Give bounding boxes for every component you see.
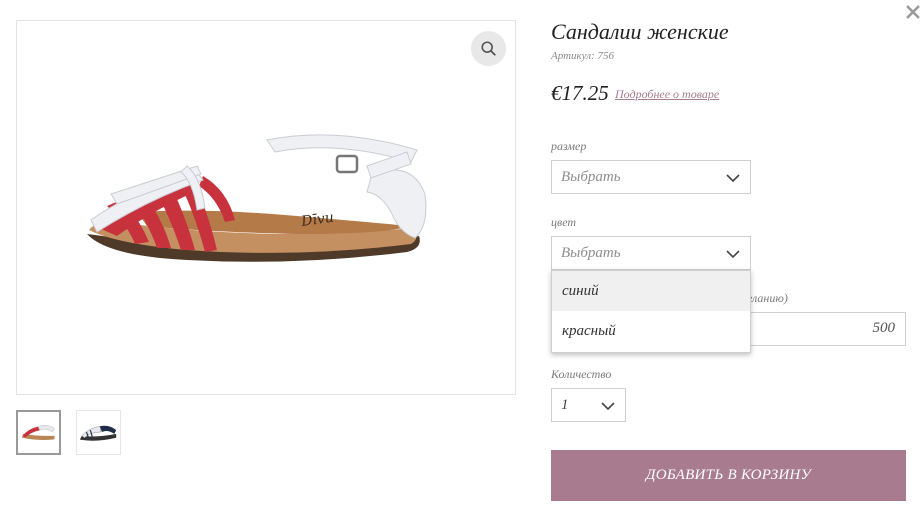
close-icon [906, 5, 920, 19]
custom-input-value: 500 [872, 320, 896, 336]
zoom-button[interactable] [471, 31, 506, 66]
color-label: цвет [551, 215, 577, 229]
color-option-red[interactable]: красный [552, 311, 750, 351]
chevron-down-icon [726, 250, 740, 259]
product-main-image: Dīvu [16, 20, 516, 395]
color-select-value: Выбрать [561, 245, 621, 261]
color-dropdown-list: синий красный [551, 270, 751, 353]
close-button[interactable] [905, 4, 921, 20]
size-label: размер [551, 139, 587, 153]
color-option-blue[interactable]: синий [552, 271, 750, 311]
quantity-select[interactable]: 1 [551, 388, 626, 422]
thumbnail-1[interactable] [16, 410, 61, 455]
magnifier-icon [480, 40, 496, 56]
thumbnail-sandal-image [79, 425, 117, 441]
product-sku: Артикул: 756 [551, 50, 614, 62]
color-select[interactable]: Выбрать [551, 236, 751, 270]
thumbnail-sandal-image [21, 424, 55, 440]
size-select[interactable]: Выбрать [551, 160, 751, 194]
chevron-down-icon [601, 402, 615, 411]
thumbnail-2[interactable] [76, 410, 121, 455]
quantity-value: 1 [561, 397, 569, 413]
add-to-cart-button[interactable]: ДОБАВИТЬ В КОРЗИНУ [551, 450, 906, 501]
product-price: €17.25 [551, 81, 609, 105]
product-details-link[interactable]: Подробнее о товаре [615, 87, 719, 102]
product-title: Сандалии женские [551, 19, 729, 44]
sandal-image: Dīvu [87, 134, 427, 262]
quantity-label: Количество [551, 367, 612, 381]
size-select-value: Выбрать [561, 169, 621, 185]
chevron-down-icon [726, 174, 740, 183]
